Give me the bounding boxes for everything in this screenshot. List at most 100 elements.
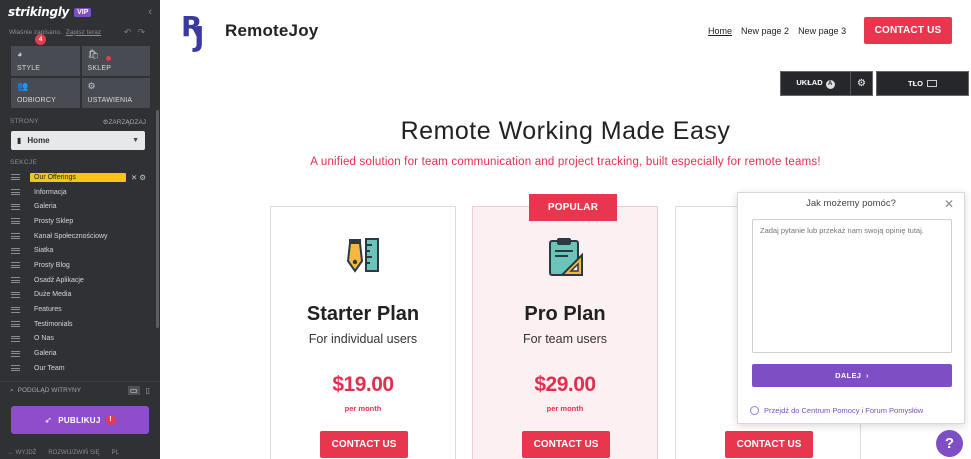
next-button[interactable]: DALEJ › xyxy=(752,364,952,387)
drag-handle-icon[interactable] xyxy=(11,365,20,372)
section-label: Duże Media xyxy=(34,291,72,299)
editor-menu-grid: ◕ STYLE 🛍 SKLEP 👥 ODBIORCY ⚙ USTAWIENIA xyxy=(11,46,150,108)
section-item[interactable]: Duże Media xyxy=(0,288,156,303)
section-item[interactable]: Galeria xyxy=(0,346,156,361)
section-item[interactable]: Prosty Blog xyxy=(0,258,156,273)
section-label: Testimonials xyxy=(34,320,73,328)
brand-logo-icon: R J xyxy=(181,10,213,53)
pen-ruler-icon xyxy=(346,238,379,273)
contact-us-button[interactable]: CONTACT US xyxy=(522,431,610,458)
gear-icon[interactable]: ⚙ xyxy=(850,72,872,95)
section-actions[interactable]: ✕ ⚙ xyxy=(131,173,146,182)
language-button[interactable]: PL xyxy=(112,450,119,456)
brand-mark-j: J xyxy=(194,20,205,53)
layout-button[interactable]: UKŁAD A ⚙ xyxy=(780,71,873,96)
section-item[interactable]: Kanał Społecznościowy xyxy=(0,229,156,244)
nav-page-2[interactable]: New page 2 xyxy=(741,26,789,36)
section-item[interactable]: Galeria xyxy=(0,199,156,214)
help-center-link-text: Przejdź do Centrum Pomocy i Forum Pomysł… xyxy=(764,406,924,415)
section-item[interactable]: Our Team xyxy=(0,361,156,376)
drag-handle-icon[interactable] xyxy=(11,262,20,269)
menu-style[interactable]: ◕ STYLE xyxy=(11,46,80,76)
save-now-link[interactable]: Zapisz teraz xyxy=(66,29,101,36)
hero-title: Remote Working Made Easy xyxy=(400,117,731,145)
search-icon: ⌕ xyxy=(10,386,14,394)
section-label: O Nas xyxy=(34,335,54,343)
manage-label: ZARZĄDZAJ xyxy=(108,119,146,126)
help-bubble-button[interactable]: ? xyxy=(936,430,963,457)
site-preview-row: ⌕ PODGLĄD WITRYNY ▭ ▯ xyxy=(0,381,160,399)
plan-period: per month xyxy=(344,404,382,413)
editor-sidebar: strikingly VIP ‹ Właśnie zapisano. Zapis… xyxy=(0,0,160,459)
section-item[interactable]: Siatka xyxy=(0,243,156,258)
nav-page-3[interactable]: New page 3 xyxy=(798,26,846,36)
expand-button[interactable]: ROZWIJ/ZWIŃ SIĘ xyxy=(48,450,99,456)
drag-handle-icon[interactable] xyxy=(11,218,20,225)
background-label: TŁO xyxy=(908,79,923,88)
background-button[interactable]: TŁO xyxy=(876,71,969,96)
drag-handle-icon[interactable] xyxy=(11,291,20,298)
plan-name: Pro Plan xyxy=(524,303,606,325)
close-icon[interactable]: ✕ xyxy=(131,173,137,182)
exit-button[interactable]: ← WYJDŹ xyxy=(8,450,36,456)
section-label: Siatka xyxy=(34,247,54,255)
drag-handle-icon[interactable] xyxy=(11,174,20,181)
section-item[interactable]: Osadź Aplikacje xyxy=(0,273,156,288)
contact-us-button[interactable]: CONTACT US xyxy=(725,431,813,458)
drag-handle-icon[interactable] xyxy=(11,203,20,210)
gear-icon: ⚙ xyxy=(87,81,96,91)
menu-shop[interactable]: 🛍 SKLEP xyxy=(81,46,150,76)
section-label: Informacja xyxy=(34,188,67,196)
mobile-icon[interactable]: ▯ xyxy=(146,386,150,395)
section-item[interactable]: Prosty Sklep xyxy=(0,214,156,229)
save-status: Właśnie zapisano. Zapisz teraz ↶↷ xyxy=(0,24,160,40)
saved-text: Właśnie zapisano. xyxy=(9,28,62,36)
section-item[interactable]: Informacja xyxy=(0,185,156,200)
help-question-input[interactable] xyxy=(752,219,952,353)
plan-name: Starter Plan xyxy=(306,303,420,325)
plan-price: $19.00 xyxy=(332,373,394,396)
section-label: Our Team xyxy=(34,364,65,372)
sidebar-header: strikingly VIP ‹ xyxy=(0,0,160,24)
drag-handle-icon[interactable] xyxy=(11,189,20,196)
section-label: Our Offerings xyxy=(30,172,126,182)
undo-redo-icons[interactable]: ↶↷ xyxy=(124,27,151,38)
layout-label: UKŁAD xyxy=(796,78,823,87)
popular-badge: POPULAR xyxy=(529,194,617,221)
menu-settings[interactable]: ⚙ USTAWIENIA xyxy=(81,78,150,108)
drag-handle-icon[interactable] xyxy=(11,233,20,240)
gear-icon[interactable]: ⚙ xyxy=(139,173,146,182)
brand[interactable]: R J RemoteJoy xyxy=(181,10,318,53)
strikingly-logo: strikingly xyxy=(8,5,70,19)
page-select[interactable]: ▮ Home ▼ xyxy=(11,131,145,150)
help-center-link[interactable]: Przejdź do Centrum Pomocy i Forum Pomysł… xyxy=(750,406,923,415)
selected-page: Home xyxy=(27,136,50,145)
drag-handle-icon[interactable] xyxy=(11,306,20,313)
section-item[interactable]: Our Offerings ✕ ⚙ xyxy=(0,170,156,185)
drag-handle-icon[interactable] xyxy=(11,335,20,342)
publish-button[interactable]: ➶ PUBLIKUJ ! xyxy=(11,406,149,434)
drag-handle-icon[interactable] xyxy=(11,350,20,357)
manage-pages-button[interactable]: ⚙ZARZĄDZAJ xyxy=(103,118,146,126)
drag-handle-icon[interactable] xyxy=(11,247,20,254)
menu-audience[interactable]: 👥 ODBIORCY xyxy=(11,78,80,108)
close-icon[interactable]: ✕ xyxy=(944,197,954,211)
plan-audience: For team users xyxy=(522,332,608,346)
plan-period: per month xyxy=(546,404,584,413)
desktop-icon[interactable]: ▭ xyxy=(128,386,140,395)
collapse-sidebar-icon[interactable]: ‹ xyxy=(148,6,152,18)
sidebar-footer: ← WYJDŹ ROZWIJ/ZWIŃ SIĘ PL xyxy=(0,446,160,459)
section-item[interactable]: Testimonials xyxy=(0,317,156,332)
nav-home[interactable]: Home xyxy=(708,26,732,36)
contact-us-button[interactable]: CONTACT US xyxy=(320,431,408,458)
drag-handle-icon[interactable] xyxy=(11,277,20,284)
sections-scrollbar[interactable] xyxy=(156,110,159,328)
section-item[interactable]: O Nas xyxy=(0,332,156,347)
contact-us-button[interactable]: CONTACT US xyxy=(864,17,952,44)
publish-label: PUBLIKUJ xyxy=(58,415,101,425)
menu-style-label: STYLE xyxy=(17,65,41,72)
pages-label: STRONY xyxy=(10,118,39,125)
drag-handle-icon[interactable] xyxy=(11,321,20,328)
plan-audience: For individual users xyxy=(308,332,418,346)
section-item[interactable]: Features xyxy=(0,302,156,317)
